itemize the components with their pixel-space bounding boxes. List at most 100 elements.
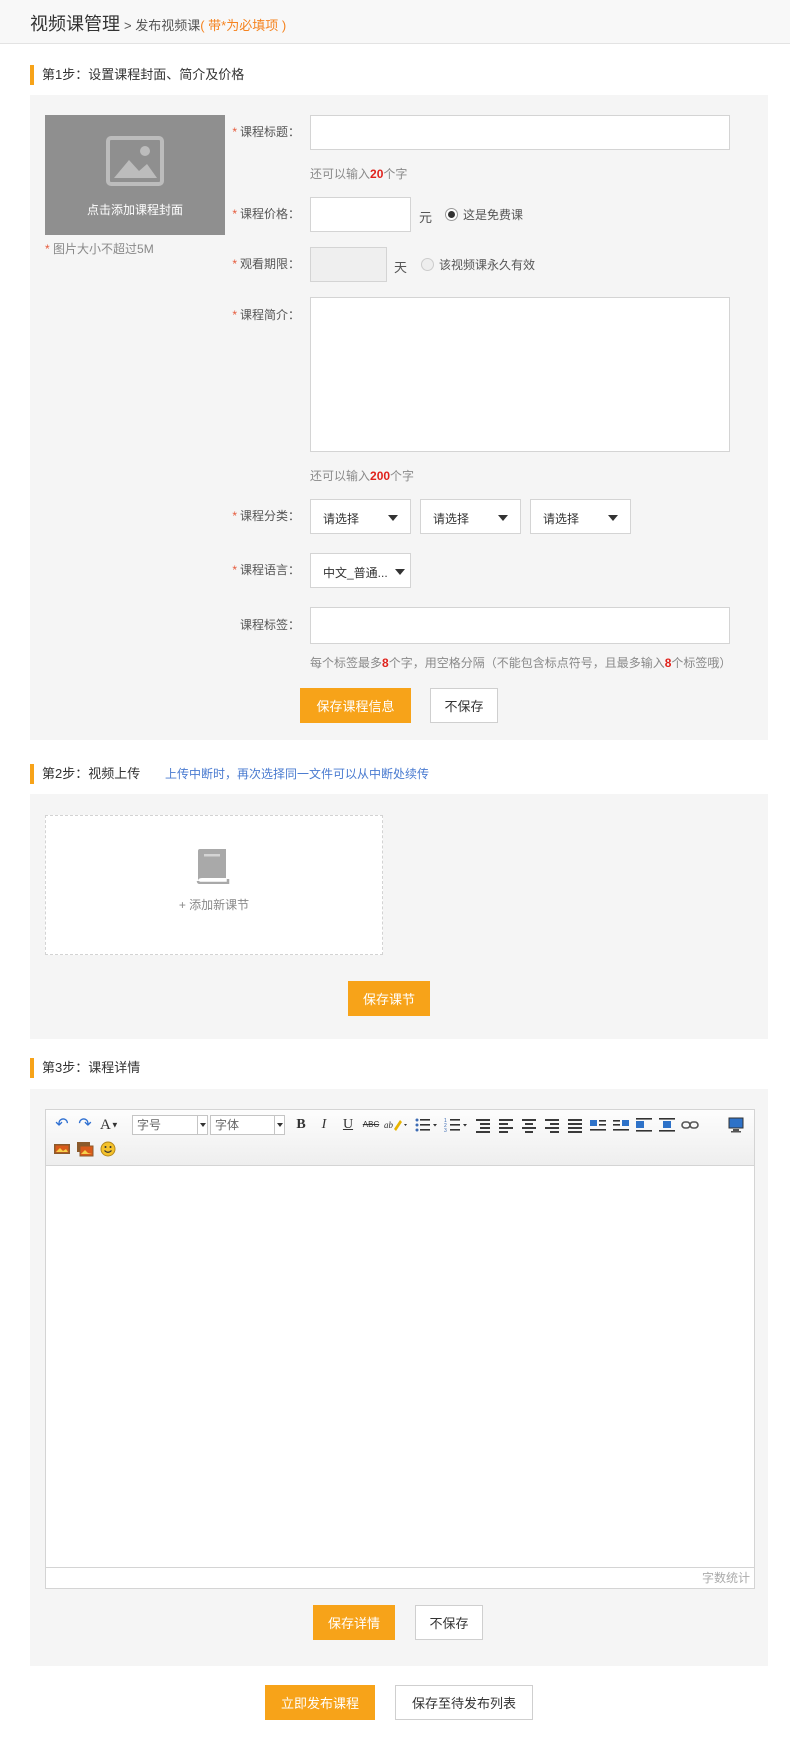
category-select-2[interactable]: 请选择 bbox=[420, 499, 521, 534]
title-char-hint: 还可以输入20个字 bbox=[310, 167, 407, 181]
course-tags-input[interactable] bbox=[310, 607, 730, 644]
watch-period-input[interactable] bbox=[310, 247, 387, 282]
field-label-period: * 观看期限： bbox=[210, 257, 300, 271]
chevron-down-icon bbox=[274, 1116, 284, 1134]
select-value: 中文_普通... bbox=[323, 566, 388, 580]
book-icon bbox=[196, 849, 230, 884]
field-label-text: 课程简介： bbox=[239, 308, 300, 322]
hint-prefix: 还可以输入 bbox=[310, 167, 371, 181]
chevron-down-icon bbox=[388, 515, 398, 521]
save-lessons-button[interactable]: 保存课节 bbox=[348, 981, 430, 1016]
field-label-text: 课程标题： bbox=[239, 125, 300, 139]
step3-title: 第3步：课程详情 bbox=[30, 1058, 140, 1078]
image-left-icon[interactable] bbox=[589, 1116, 607, 1134]
breadcrumb-separator: > bbox=[124, 18, 132, 33]
font-size-placeholder: 字号 bbox=[137, 1118, 162, 1132]
field-label-language: * 课程语言： bbox=[210, 563, 300, 577]
field-label-text: 课程语言： bbox=[239, 563, 300, 577]
required-star: * bbox=[232, 257, 237, 271]
chevron-down-icon: ▼ bbox=[110, 1120, 119, 1130]
emoji-icon[interactable] bbox=[99, 1140, 117, 1158]
bullet-list-icon[interactable] bbox=[414, 1116, 440, 1134]
align-center-icon[interactable] bbox=[520, 1116, 538, 1134]
required-note: ( 带*为必填项 ) bbox=[200, 18, 287, 33]
discard-details-button[interactable]: 不保存 bbox=[415, 1605, 483, 1640]
image-right-icon[interactable] bbox=[612, 1116, 630, 1134]
course-title-input[interactable] bbox=[310, 115, 730, 150]
cover-label: 点击添加课程封面 bbox=[86, 203, 183, 217]
link-icon[interactable] bbox=[681, 1116, 699, 1134]
chevron-down-icon bbox=[197, 1116, 207, 1134]
hint-count: 200 bbox=[370, 469, 391, 483]
indent-icon[interactable] bbox=[474, 1116, 492, 1134]
hint-count: 8 bbox=[382, 656, 389, 670]
category-select-3[interactable]: 请选择 bbox=[530, 499, 631, 534]
editor-content-area[interactable] bbox=[46, 1167, 754, 1567]
course-price-input[interactable] bbox=[310, 197, 411, 232]
required-star: * bbox=[232, 207, 237, 221]
redo-icon[interactable]: ↷ bbox=[76, 1116, 94, 1134]
free-course-label: 这是免费课 bbox=[463, 208, 524, 222]
hint-suffix: 个字 bbox=[383, 167, 408, 181]
cover-upload[interactable]: 点击添加课程封面 bbox=[45, 115, 225, 235]
font-color-icon[interactable]: A▼ bbox=[100, 1116, 126, 1134]
select-value: 请选择 bbox=[543, 512, 580, 526]
forever-valid-label: 该视频课永久有效 bbox=[439, 258, 536, 272]
font-family-placeholder: 字体 bbox=[215, 1118, 240, 1132]
category-select-1[interactable]: 请选择 bbox=[310, 499, 411, 534]
hint-text: 个标签哦） bbox=[671, 656, 732, 670]
required-star: * bbox=[45, 242, 50, 256]
period-unit: 天 bbox=[394, 260, 408, 275]
hint-text: 个字，用空格分隔（不能包含标点符号，且最多输入 bbox=[388, 656, 665, 670]
save-details-button[interactable]: 保存详情 bbox=[313, 1605, 395, 1640]
chevron-down-icon bbox=[498, 515, 508, 521]
align-justify-icon[interactable] bbox=[566, 1116, 584, 1134]
insert-image-icon[interactable] bbox=[53, 1140, 71, 1158]
intro-char-hint: 还可以输入200个字 bbox=[310, 469, 414, 483]
discard-course-info-button[interactable]: 不保存 bbox=[430, 688, 498, 723]
undo-icon[interactable]: ↶ bbox=[53, 1116, 71, 1134]
hint-count: 20 bbox=[370, 167, 384, 181]
required-star: * bbox=[232, 125, 237, 139]
field-label-text: 观看期限： bbox=[239, 257, 300, 271]
multi-image-icon[interactable] bbox=[76, 1140, 94, 1158]
editor-toolbar: ↶ ↷ A▼ 字号 字体 B I U ABC ab 123 bbox=[46, 1110, 754, 1166]
rich-text-editor: ↶ ↷ A▼ 字号 字体 B I U ABC ab 123 字数统计 bbox=[45, 1109, 755, 1589]
font-family-select[interactable]: 字体 bbox=[210, 1115, 285, 1135]
image-center-icon[interactable] bbox=[658, 1116, 676, 1134]
field-label-intro: * 课程简介： bbox=[210, 308, 300, 322]
save-course-info-button[interactable]: 保存课程信息 bbox=[300, 688, 411, 723]
field-label-text: 课程价格： bbox=[239, 207, 300, 221]
hint-prefix: 还可以输入 bbox=[310, 469, 371, 483]
required-star: * bbox=[232, 563, 237, 577]
highlight-icon[interactable]: ab bbox=[384, 1116, 410, 1134]
field-label-category: * 课程分类： bbox=[210, 509, 300, 523]
image-none-icon[interactable] bbox=[635, 1116, 653, 1134]
field-label-price: * 课程价格： bbox=[210, 207, 300, 221]
cover-size-note: * 图片大小不超过5M bbox=[45, 240, 154, 257]
free-course-radio[interactable] bbox=[445, 208, 458, 221]
numbered-list-icon[interactable]: 123 bbox=[444, 1116, 470, 1134]
field-label-text: 课程分类： bbox=[239, 509, 300, 523]
font-size-select[interactable]: 字号 bbox=[132, 1115, 208, 1135]
cover-size-text: 图片大小不超过5M bbox=[53, 242, 154, 256]
bold-icon[interactable]: B bbox=[292, 1116, 310, 1134]
strikethrough-icon[interactable]: ABC bbox=[361, 1116, 381, 1134]
language-select[interactable]: 中文_普通... bbox=[310, 553, 411, 588]
align-right-icon[interactable] bbox=[543, 1116, 561, 1134]
italic-icon[interactable]: I bbox=[315, 1116, 333, 1134]
field-label-tags: 课程标签： bbox=[210, 618, 300, 632]
monitor-icon[interactable] bbox=[727, 1116, 745, 1134]
chevron-down-icon bbox=[395, 569, 405, 575]
price-unit: 元 bbox=[419, 210, 433, 225]
add-lesson-area[interactable]: + 添加新课节 bbox=[45, 815, 383, 955]
tags-hint: 每个标签最多8个字，用空格分隔（不能包含标点符号，且最多输入8个标签哦） bbox=[310, 656, 731, 670]
course-intro-textarea[interactable] bbox=[310, 297, 730, 452]
step1-title: 第1步：设置课程封面、简介及价格 bbox=[30, 65, 244, 85]
publish-course-button[interactable]: 立即发布课程 bbox=[265, 1685, 375, 1720]
save-to-pending-button[interactable]: 保存至待发布列表 bbox=[395, 1685, 533, 1720]
forever-valid-radio[interactable] bbox=[421, 258, 434, 271]
underline-icon[interactable]: U bbox=[339, 1116, 357, 1134]
page-header: 视频课管理 > 发布视频课( 带*为必填项 ) bbox=[0, 0, 790, 44]
align-left-icon[interactable] bbox=[497, 1116, 515, 1134]
